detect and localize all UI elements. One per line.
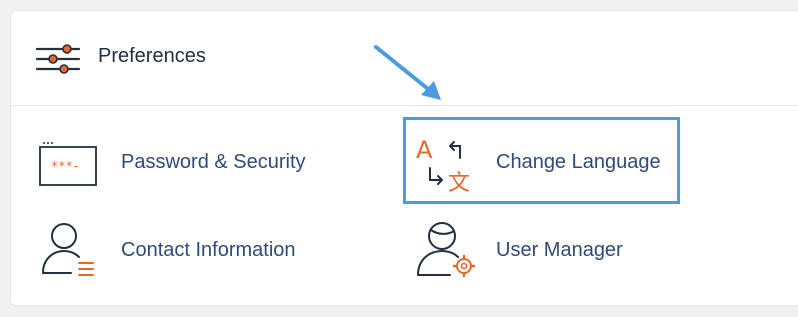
password-security-item[interactable]: ***- Password & Security <box>31 121 361 205</box>
language-glyph-a: A <box>416 136 433 164</box>
password-security-label: Password & Security <box>121 151 306 173</box>
sliders-icon <box>35 44 81 74</box>
contact-information-label: Contact Information <box>121 239 296 261</box>
annotation-arrow-icon <box>374 45 441 100</box>
password-icon: ***- <box>39 142 97 186</box>
language-glyph-b: 文 <box>448 171 470 194</box>
contact-information-item[interactable]: Contact Information <box>31 209 361 293</box>
preferences-panel: Preferences ***- Password & Security A 文… <box>10 10 798 306</box>
change-language-item[interactable]: A 文 Change Language <box>403 117 680 204</box>
section-title: Preferences <box>98 45 206 67</box>
user-manager-label: User Manager <box>496 239 623 261</box>
contact-icon <box>42 223 94 276</box>
user-manager-item[interactable]: User Manager <box>406 209 686 293</box>
language-icon: A 文 <box>416 136 470 194</box>
change-language-label: Change Language <box>496 151 661 173</box>
user-manager-icon <box>417 222 476 278</box>
password-mask-text: ***- <box>51 159 80 173</box>
